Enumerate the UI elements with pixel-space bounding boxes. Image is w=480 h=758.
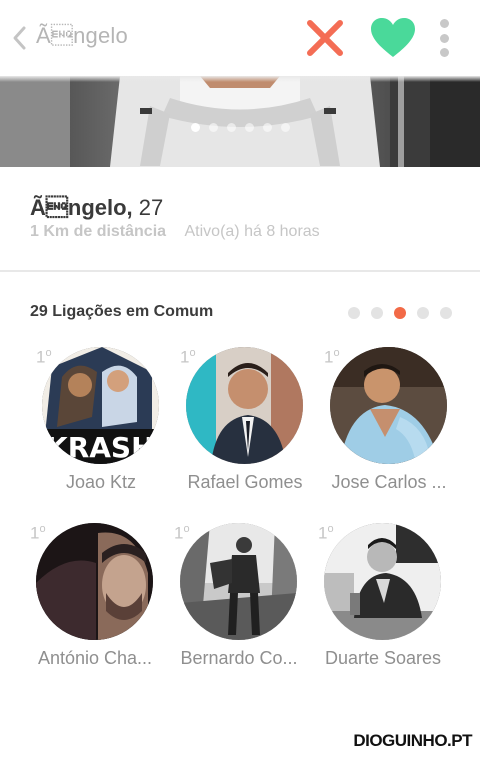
photo-dot[interactable] — [226, 123, 236, 132]
connection-name: Jose Carlos ... — [331, 472, 447, 492]
connections-page-dot[interactable] — [394, 307, 406, 319]
photo-dot[interactable] — [208, 123, 218, 132]
more-options-button[interactable] — [430, 16, 458, 60]
photo-dot[interactable] — [244, 123, 254, 132]
connection-name: Duarte Soares — [324, 648, 442, 668]
profile-name-age: Ãngelo, 27 — [30, 195, 163, 221]
connection-degree: 1o — [174, 523, 190, 543]
profile-name: Ãngelo, — [30, 195, 133, 220]
avatar — [36, 523, 153, 640]
avatar — [324, 523, 441, 640]
connection-card[interactable]: 1o Jose Carlos ... — [324, 347, 468, 497]
connection-name: António Cha... — [37, 648, 153, 668]
avatar-logo-text: KRASH — [46, 431, 155, 464]
profile-age: 27 — [138, 195, 164, 220]
connection-name: Bernardo Co... — [180, 648, 298, 668]
profile-activity: Ativo(a) há 8 horas — [184, 223, 320, 240]
connection-degree: 1o — [180, 347, 196, 367]
profile-info: Ãngelo, 27 1 Km de distância Ativo(a) h… — [0, 167, 480, 270]
profile-screen: Ãngelo — [0, 0, 480, 758]
connections-page-dot[interactable] — [417, 307, 429, 319]
like-button[interactable] — [370, 17, 416, 59]
connection-card[interactable]: 1o António Cha... — [30, 523, 174, 673]
connections-title: 29 Ligações em Comum — [30, 303, 214, 320]
profile-photo-image — [0, 76, 480, 167]
connection-card[interactable]: 1o Bernardo Co... — [174, 523, 318, 673]
connections-page-dot[interactable] — [440, 307, 452, 319]
connections-page-dot[interactable] — [371, 307, 383, 319]
connections-pagination — [348, 307, 452, 319]
connections-page-dot[interactable] — [348, 307, 360, 319]
avatar — [180, 523, 297, 640]
connection-card[interactable]: 1o KRASH Joao Ktz — [36, 347, 180, 497]
connection-card[interactable]: 1o Rafael Gomes — [180, 347, 324, 497]
profile-meta: 1 Km de distância Ativo(a) há 8 horas — [30, 223, 320, 241]
more-dot — [439, 48, 449, 57]
avatar — [330, 347, 447, 464]
dislike-button[interactable] — [305, 18, 345, 58]
x-icon — [307, 20, 343, 56]
back-button[interactable] — [4, 20, 34, 56]
avatar — [186, 347, 303, 464]
connection-card[interactable]: 1o Duarte Soares — [318, 523, 462, 673]
top-bar: Ãngelo — [0, 0, 480, 76]
photo-pagination — [0, 123, 480, 132]
avatar: KRASH — [42, 347, 159, 464]
more-dot — [439, 33, 449, 43]
section-divider — [0, 270, 480, 272]
watermark: DIOGUINHO.PT — [353, 731, 472, 750]
photo-dot[interactable] — [280, 123, 290, 132]
profile-photo[interactable] — [0, 76, 480, 167]
photo-dot[interactable] — [190, 123, 200, 132]
photo-top-shadow — [0, 76, 480, 82]
connection-degree: 1o — [324, 347, 340, 367]
connection-degree: 1o — [30, 523, 46, 543]
connection-name: Rafael Gomes — [187, 472, 303, 492]
profile-distance: 1 Km de distância — [30, 223, 167, 240]
connection-name: Joao Ktz — [65, 472, 137, 492]
connection-degree: 1o — [318, 523, 334, 543]
more-dot — [439, 19, 449, 28]
photo-dot[interactable] — [262, 123, 272, 132]
chevron-left-icon — [13, 26, 26, 50]
heart-icon — [371, 18, 415, 57]
connection-degree: 1o — [36, 347, 52, 367]
header-title: Ãngelo — [36, 23, 128, 48]
